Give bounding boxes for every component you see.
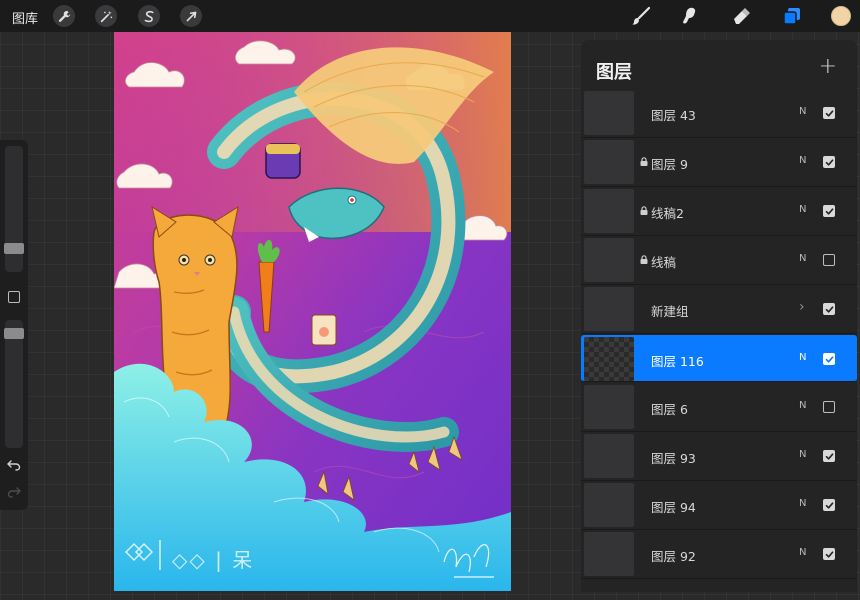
layer-thumbnail bbox=[584, 189, 634, 233]
artwork-illustration bbox=[114, 32, 511, 591]
layer-thumbnail bbox=[584, 287, 634, 331]
layer-row[interactable]: 图层 9 N bbox=[581, 138, 857, 187]
smudge-icon bbox=[683, 7, 696, 24]
layers-icon bbox=[783, 8, 800, 25]
actions-button[interactable] bbox=[53, 5, 75, 27]
check-icon bbox=[825, 305, 833, 313]
transform-button[interactable] bbox=[180, 5, 202, 27]
layer-row[interactable]: 图层 43 N bbox=[581, 89, 857, 138]
modify-button[interactable] bbox=[8, 291, 20, 303]
blend-mode-button[interactable]: N bbox=[799, 352, 806, 363]
check-icon bbox=[825, 207, 833, 215]
layer-name: 图层 93 bbox=[651, 451, 696, 466]
undo-button[interactable] bbox=[7, 458, 21, 476]
check-icon bbox=[825, 158, 833, 166]
layer-thumbnail bbox=[584, 238, 634, 282]
visibility-checkbox[interactable] bbox=[823, 303, 835, 315]
layer-row[interactable]: 图层 92 N bbox=[581, 530, 857, 579]
layer-group-row[interactable]: 新建组 › bbox=[581, 285, 857, 334]
layers-panel: 图层 + 图层 43 N 图层 9 N 线稿2 N 线稿 N 新建组 › 图层 116 N 图层 6N图… bbox=[581, 40, 857, 592]
color-swatch[interactable] bbox=[831, 6, 851, 26]
layer-name: 线稿2 bbox=[651, 206, 684, 221]
layer-row[interactable]: 图层 116 N bbox=[581, 335, 857, 382]
visibility-checkbox[interactable] bbox=[823, 353, 835, 365]
layer-row[interactable]: 图层 93 N bbox=[581, 432, 857, 481]
visibility-checkbox[interactable] bbox=[823, 450, 835, 462]
gallery-button[interactable]: 图库 bbox=[12, 8, 38, 27]
lock-icon bbox=[640, 255, 648, 264]
check-icon bbox=[825, 109, 833, 117]
smudge-button[interactable] bbox=[679, 5, 703, 27]
visibility-checkbox[interactable] bbox=[823, 205, 835, 217]
visibility-checkbox[interactable] bbox=[823, 107, 835, 119]
magic-wand-icon bbox=[100, 10, 112, 22]
visibility-checkbox[interactable] bbox=[823, 401, 835, 413]
layer-name: 图层 92 bbox=[651, 549, 696, 564]
layer-name: 图层 94 bbox=[651, 500, 696, 515]
check-icon bbox=[825, 452, 833, 460]
blend-mode-button[interactable]: N bbox=[799, 204, 806, 215]
opacity-thumb[interactable] bbox=[4, 328, 24, 339]
check-icon bbox=[825, 550, 833, 558]
adjustments-button[interactable] bbox=[95, 5, 117, 27]
selection-button[interactable] bbox=[138, 5, 160, 27]
blend-mode-button[interactable]: N bbox=[799, 253, 806, 264]
check-icon bbox=[825, 355, 833, 363]
layer-name: 线稿 bbox=[651, 255, 677, 270]
layer-name: 图层 116 bbox=[651, 354, 704, 369]
brush-size-thumb[interactable] bbox=[4, 243, 24, 254]
top-toolbar: 图库 bbox=[0, 0, 860, 32]
layer-row[interactable]: 图层 6 N bbox=[581, 383, 857, 432]
visibility-checkbox[interactable] bbox=[823, 254, 835, 266]
brush-button[interactable] bbox=[629, 5, 653, 27]
artwork-logo-text: ◇◇ | 呆 bbox=[172, 548, 255, 572]
eraser-icon bbox=[734, 8, 750, 24]
lock-icon bbox=[640, 157, 648, 166]
add-layer-button[interactable]: + bbox=[819, 54, 837, 79]
layers-button[interactable] bbox=[780, 5, 804, 27]
layer-thumbnail bbox=[584, 140, 634, 184]
visibility-checkbox[interactable] bbox=[823, 156, 835, 168]
layer-row[interactable]: 线稿2 N bbox=[581, 187, 857, 236]
left-sidebar bbox=[0, 140, 28, 510]
selection-icon bbox=[144, 10, 154, 22]
layer-thumbnail bbox=[584, 434, 634, 478]
opacity-slider[interactable] bbox=[5, 320, 23, 448]
layer-thumbnail bbox=[584, 483, 634, 527]
layer-row[interactable]: 线稿 N bbox=[581, 236, 857, 285]
blend-mode-button[interactable]: N bbox=[799, 498, 806, 509]
blend-mode-button[interactable]: N bbox=[799, 449, 806, 460]
layer-name: 图层 43 bbox=[651, 108, 696, 123]
undo-icon bbox=[7, 460, 21, 471]
brush-icon bbox=[632, 6, 651, 25]
blend-mode-button[interactable]: N bbox=[799, 547, 806, 558]
layer-thumbnail bbox=[584, 385, 634, 429]
blend-mode-button[interactable]: N bbox=[799, 155, 806, 166]
chevron-right-icon[interactable]: › bbox=[799, 299, 805, 315]
transform-arrow-icon bbox=[186, 11, 196, 21]
layer-name: 图层 9 bbox=[651, 157, 688, 172]
layer-row[interactable]: 图层 94 N bbox=[581, 481, 857, 530]
layer-thumbnail bbox=[584, 532, 634, 576]
layer-name: 图层 6 bbox=[651, 402, 688, 417]
redo-button[interactable] bbox=[7, 485, 21, 503]
layers-panel-title: 图层 bbox=[596, 62, 632, 83]
drawing-canvas[interactable]: ◇◇ | 呆 bbox=[114, 32, 511, 591]
wrench-icon bbox=[58, 10, 70, 22]
redo-icon bbox=[7, 487, 21, 498]
eraser-button[interactable] bbox=[729, 5, 753, 27]
layer-thumbnail bbox=[584, 337, 634, 381]
check-icon bbox=[825, 501, 833, 509]
layer-thumbnail bbox=[584, 91, 634, 135]
visibility-checkbox[interactable] bbox=[823, 499, 835, 511]
blend-mode-button[interactable]: N bbox=[799, 400, 806, 411]
visibility-checkbox[interactable] bbox=[823, 548, 835, 560]
layer-name: 新建组 bbox=[651, 304, 689, 319]
lock-icon bbox=[640, 206, 648, 215]
blend-mode-button[interactable]: N bbox=[799, 106, 806, 117]
